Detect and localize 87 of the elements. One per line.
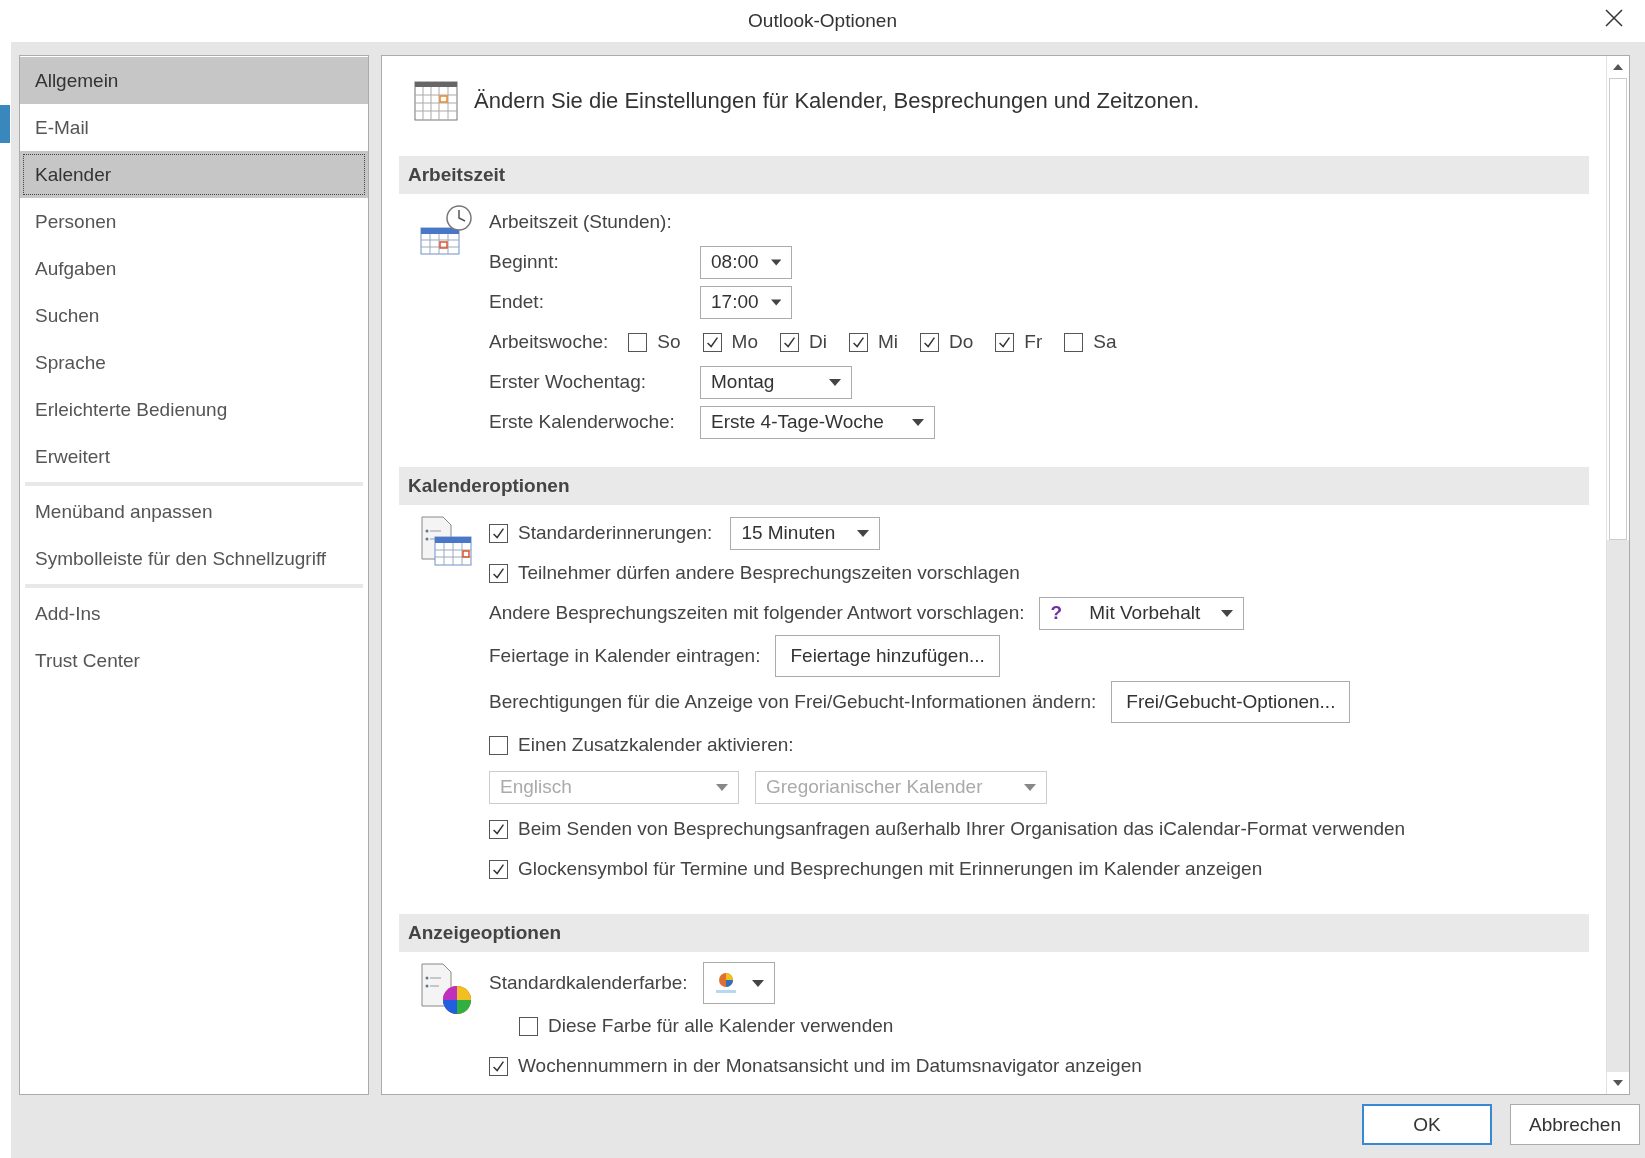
scrollbar[interactable] [1606, 56, 1629, 1094]
calendar-list-icon [419, 515, 473, 569]
section-header: Arbeitszeit [399, 156, 1589, 194]
checkbox-label: Do [949, 331, 974, 353]
dialog-button[interactable]: OK [1362, 1104, 1492, 1145]
checkbox-label: Sa [1093, 331, 1117, 353]
field-label: Erste Kalenderwoche: [489, 411, 676, 433]
checkbox[interactable] [489, 563, 508, 583]
checkbox-label: Mo [731, 331, 758, 353]
page-heading: Ändern Sie die Einstellungen für Kalender, Besprechungen und Zeitzonen. [474, 88, 1200, 114]
field-label: Andere Besprechungszeiten mit folgender Antwort vorschlagen: [489, 602, 1025, 624]
checkbox-label: Teilnehmer dürfen andere Besprechungszeiten vorschlagen [518, 562, 1020, 584]
section-header: Anzeigeoptionen [399, 914, 1589, 952]
sidebar-item[interactable]: Trust Center [20, 637, 368, 684]
calendar-clock-icon [419, 204, 473, 258]
caret-icon [912, 418, 924, 426]
dialog-button[interactable]: Abbrechen [1510, 1104, 1640, 1145]
caret-icon [1221, 609, 1234, 617]
sidebar-item[interactable]: Add-Ins [20, 590, 368, 637]
sidebar-item[interactable]: Erleichterte Bedienung [20, 386, 368, 433]
sidebar-item[interactable]: Allgemein [20, 57, 368, 104]
checkbox-label: Beim Senden von Besprechungsanfragen außerhalb Ihrer Organisation das iCalendar-Format verwenden [518, 818, 1406, 840]
sidebar-item[interactable]: Sprache [20, 339, 368, 386]
field-label: Feiertage in Kalender eintragen: [489, 645, 761, 667]
checkbox[interactable] [489, 523, 508, 543]
field-label: Arbeitszeit (Stunden): [489, 211, 672, 233]
checkbox[interactable] [489, 819, 508, 839]
field-label: Standardkalenderfarbe: [489, 972, 688, 994]
checkbox-label: Glockensymbol für Termine und Besprechungen mit Erinnerungen im Kalender anzeigen [518, 858, 1263, 880]
scroll-up-icon[interactable] [1613, 64, 1623, 70]
checkbox-label: Di [809, 331, 827, 353]
field-label: Erster Wochentag: [489, 371, 647, 393]
checkbox-label: Wochennummern in der Monatsansicht und im Datumsnavigator anzeigen [518, 1055, 1142, 1077]
dropdown[interactable]: Montag [700, 365, 852, 399]
caret-icon [1024, 783, 1036, 791]
sidebar-item[interactable]: Aufgaben [20, 245, 368, 292]
dropdown[interactable]: 15 Minuten [730, 516, 881, 550]
checkbox[interactable] [628, 332, 648, 352]
checkbox[interactable] [489, 735, 508, 755]
checkbox[interactable] [1064, 332, 1084, 352]
checkbox[interactable] [848, 332, 868, 352]
field-label: Berechtigungen für die Anzeige von Frei/Gebucht-Informationen ändern: [489, 691, 1097, 713]
checkbox-label: Fr [1024, 331, 1043, 353]
action-button[interactable]: Feiertage hinzufügen... [775, 635, 1000, 677]
sidebar-item[interactable]: Kalender [20, 151, 368, 198]
sidebar-item[interactable]: E-Mail [20, 104, 368, 151]
sidebar-item[interactable]: Suchen [20, 292, 368, 339]
field-label: Endet: [489, 291, 545, 313]
checkbox[interactable] [995, 332, 1015, 352]
sidebar-item[interactable]: Erweitert [20, 433, 368, 480]
caret-icon [857, 529, 870, 537]
caret-icon [751, 979, 764, 987]
question-mark-icon: ? [1050, 602, 1063, 624]
dropdown[interactable]: Erste 4-Tage-Woche [700, 405, 935, 439]
checkbox[interactable] [702, 332, 722, 352]
sidebar-item[interactable]: Menüband anpassen [20, 488, 368, 535]
checkbox-label: Einen Zusatzkalender aktivieren: [518, 734, 794, 756]
checkbox[interactable] [519, 1016, 538, 1036]
checkbox-label: Mi [877, 331, 898, 353]
caret-icon [770, 298, 781, 306]
window-title: Outlook-Optionen [748, 10, 897, 32]
checkbox-label: So [657, 331, 681, 353]
checkbox[interactable] [489, 859, 508, 879]
checkbox[interactable] [780, 332, 799, 352]
dropdown[interactable]: ? Mit Vorbehalt [1039, 596, 1245, 630]
sidebar-item[interactable]: Symbolleiste für den Schnellzugriff [20, 535, 368, 582]
caret-icon [770, 258, 781, 266]
scroll-down-icon[interactable] [1613, 1080, 1623, 1086]
color-wheel-list-icon [419, 962, 473, 1016]
checkbox[interactable] [920, 332, 939, 352]
field-label: Beginnt: [489, 251, 560, 273]
calendar-icon [414, 81, 458, 121]
dropdown[interactable]: 17:00 [700, 285, 792, 319]
caret-icon [716, 783, 728, 791]
color-dropdown[interactable] [702, 962, 775, 1004]
color-swatch-icon [713, 971, 738, 995]
sidebar-item[interactable]: Personen [20, 198, 368, 245]
field-label: Arbeitswoche: [489, 331, 609, 353]
section-header: Kalenderoptionen [399, 467, 1589, 505]
action-button[interactable]: Frei/Gebucht-Optionen... [1111, 681, 1351, 723]
dropdown[interactable]: 08:00 [700, 245, 792, 279]
checkbox-label: Standarderinnerungen: [518, 522, 713, 544]
close-icon[interactable] [1605, 9, 1623, 27]
checkbox-label: Diese Farbe für alle Kalender verwenden [548, 1015, 894, 1037]
checkbox[interactable] [489, 1056, 508, 1076]
background-window-edge [0, 105, 10, 143]
caret-icon [829, 378, 841, 386]
